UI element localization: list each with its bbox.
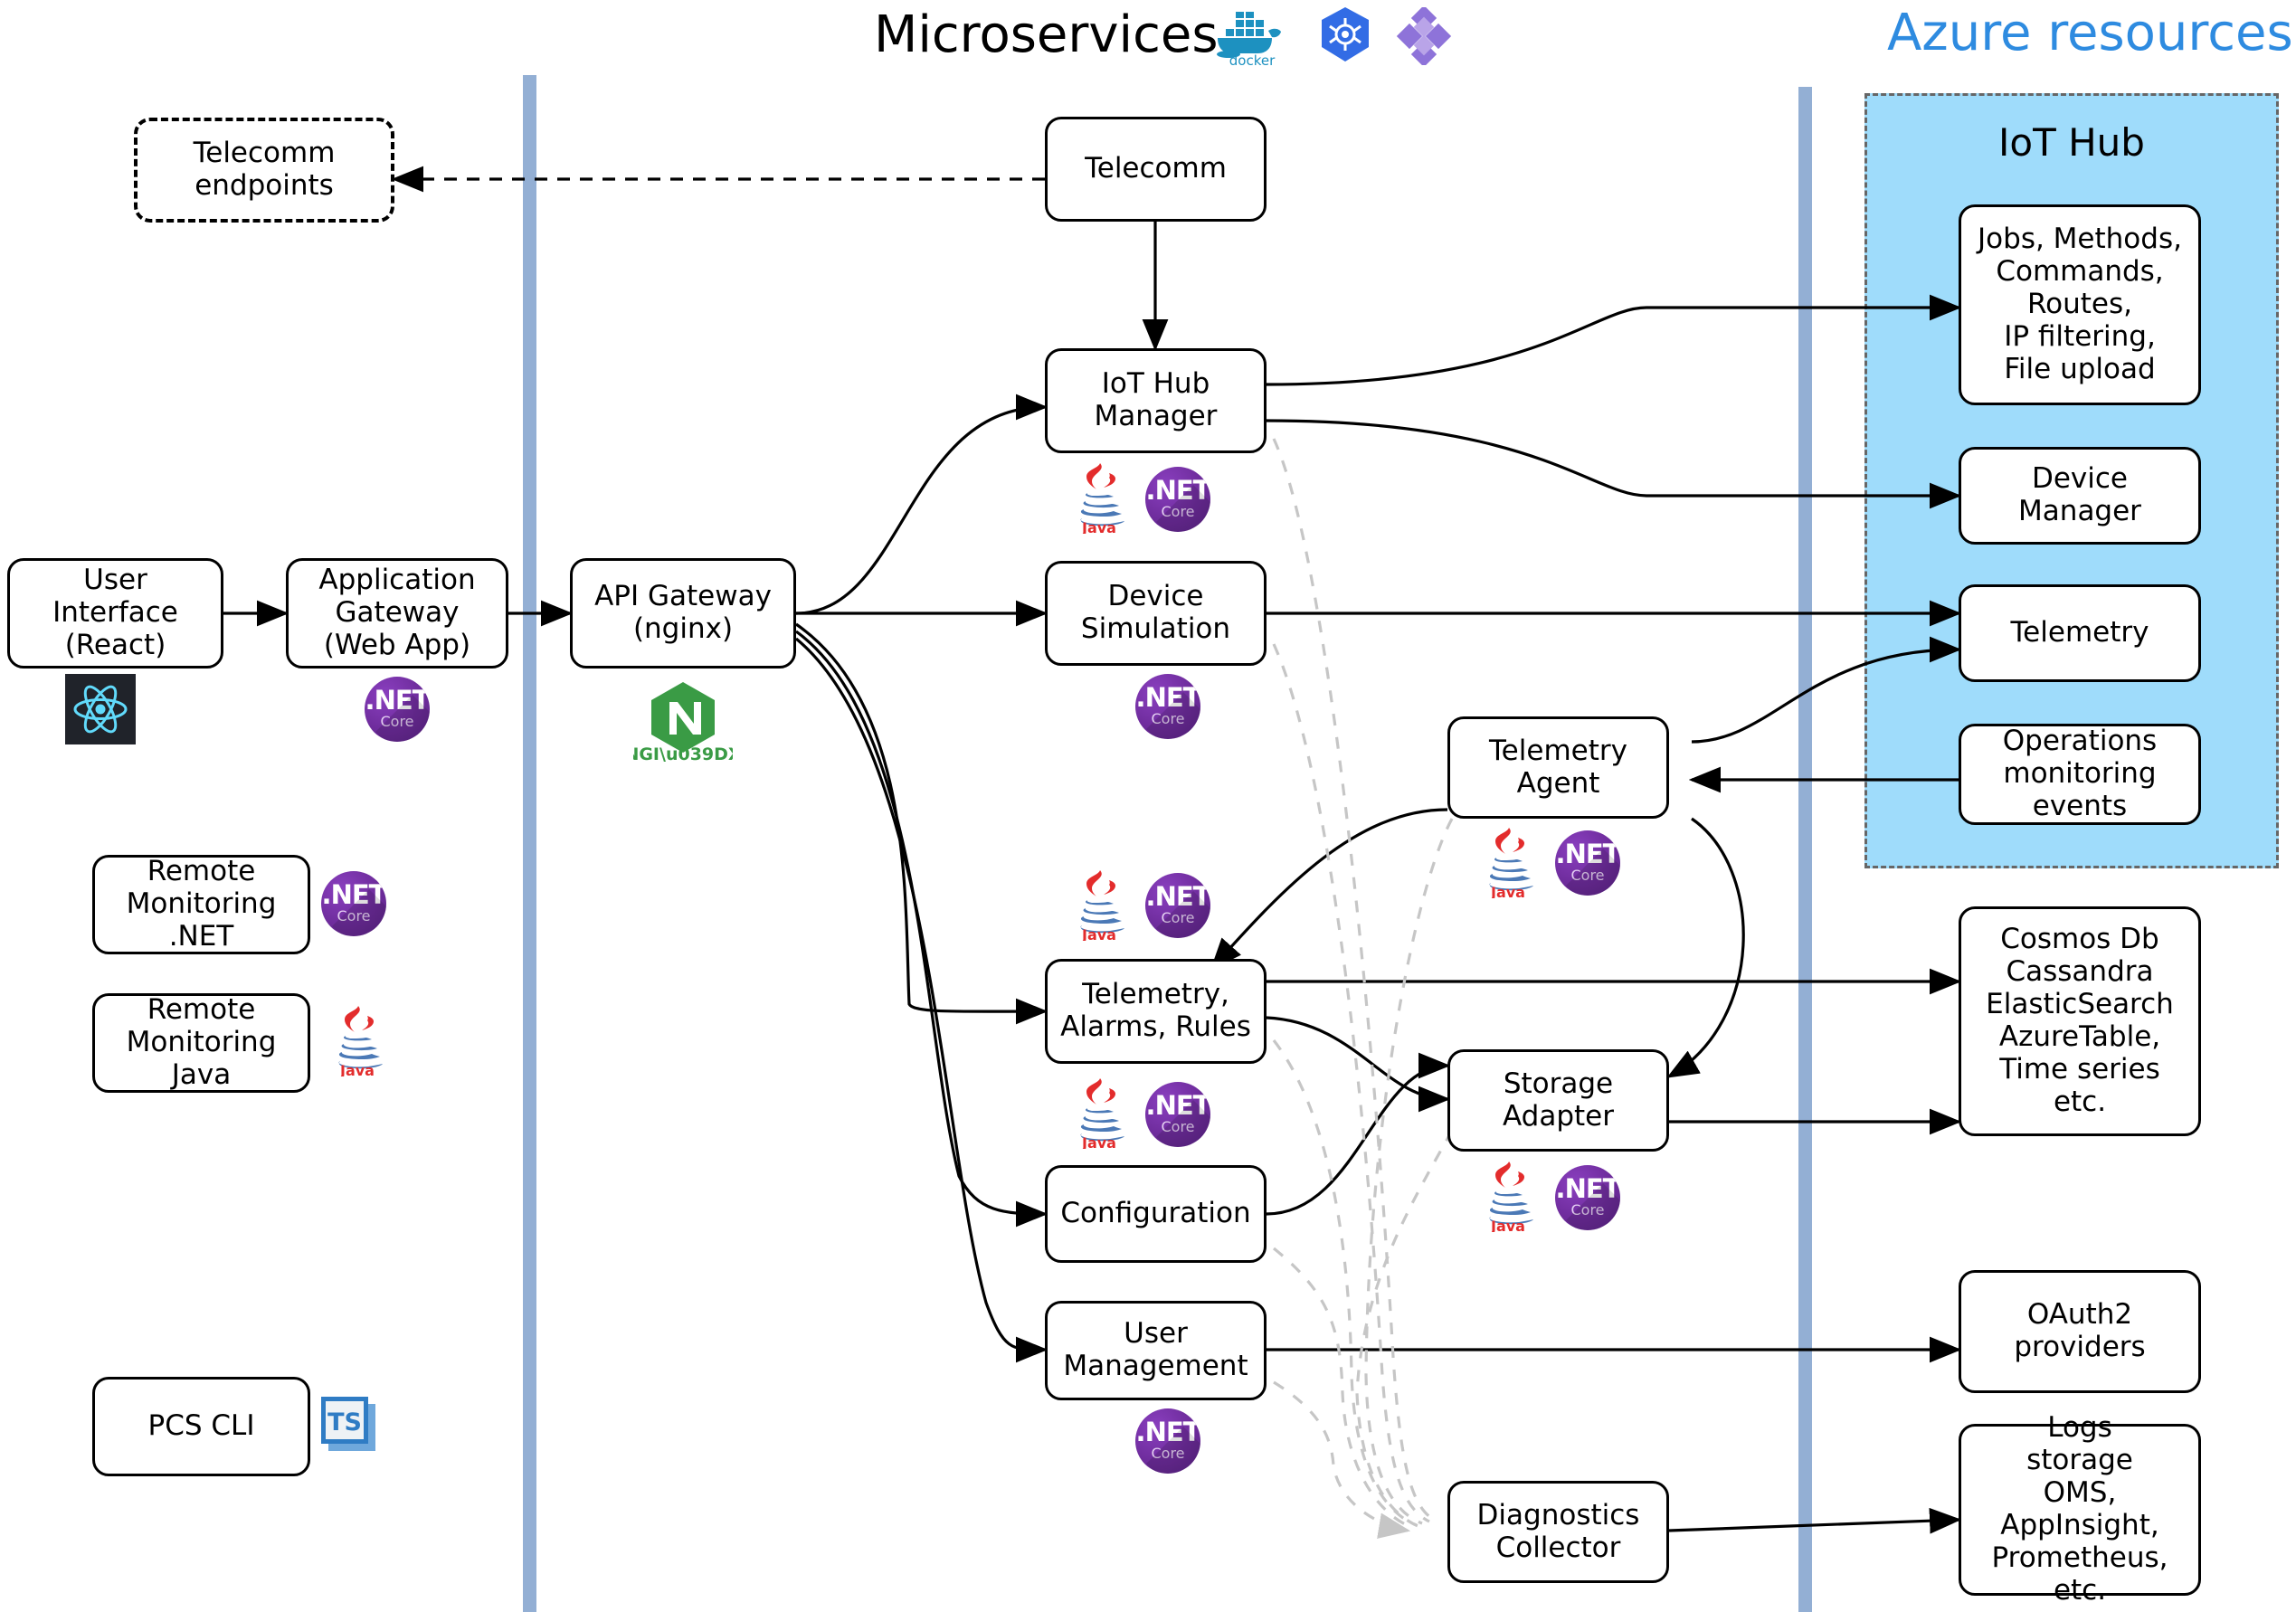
link-telemetry-agent-to-storage-adapter xyxy=(1666,817,1745,1078)
java-logo: Java xyxy=(1080,1078,1124,1149)
node-logs-storage[interactable]: Logs storage OMS, AppInsight, Prometheus… xyxy=(1959,1411,2201,1607)
dotnet-core-badge: .NET Core xyxy=(1145,1082,1210,1147)
page-title-microservices: Microservices xyxy=(874,5,1219,64)
node-user-management[interactable]: User Management xyxy=(1045,1301,1267,1400)
dotnet-core-badge: .NET Core xyxy=(1555,830,1620,896)
link-telemetry-alarms-rules-to-diagnostics xyxy=(1272,1039,1418,1527)
svg-text:NGI\u039DX: NGI\u039DX xyxy=(633,744,733,762)
helm-logo xyxy=(1396,7,1452,65)
node-operations-monitoring-events[interactable]: Operations monitoring events xyxy=(1959,724,2201,825)
swimlane-divider-left xyxy=(523,75,536,1612)
link-storage-adapter-to-diagnostics xyxy=(1355,1130,1454,1529)
node-configuration[interactable]: Configuration xyxy=(1045,1165,1267,1263)
svg-text:Java: Java xyxy=(1081,1134,1116,1149)
svg-text:Java: Java xyxy=(1490,1218,1525,1232)
java-logo: Java xyxy=(1489,828,1533,898)
dotnet-core-badge: .NET Core xyxy=(1135,674,1200,739)
node-remote-monitoring-net[interactable]: Remote Monitoring .NET xyxy=(92,855,310,954)
dotnet-core-badge: .NET Core xyxy=(365,677,430,742)
link-configuration-to-diagnostics xyxy=(1272,1247,1412,1529)
architecture-diagram: Microservices docker Azure resources IoT… xyxy=(0,0,2296,1612)
dotnet-core-badge: .NET Core xyxy=(1145,873,1210,938)
svg-text:TS: TS xyxy=(327,1408,362,1437)
link-diagnostics-collector-to-logs-storage xyxy=(1668,1507,1962,1534)
link-user-management-to-diagnostics xyxy=(1273,1380,1411,1539)
link-api-gateway-to-user-management xyxy=(794,637,1048,1363)
react-logo xyxy=(65,674,136,744)
svg-text:Java: Java xyxy=(1490,884,1525,898)
node-telemetry-agent[interactable]: Telemetry Agent xyxy=(1447,716,1669,819)
dotnet-core-badge: .NET Core xyxy=(1145,467,1210,532)
link-api-gateway-to-telemetry-alarms-rules xyxy=(795,622,1048,1025)
dotnet-core-badge: .NET Core xyxy=(1555,1165,1620,1230)
node-diagnostics-collector[interactable]: Diagnostics Collector xyxy=(1447,1481,1669,1583)
page-title-azure-resources: Azure resources xyxy=(1887,4,2293,62)
node-storage-adapter[interactable]: Storage Adapter xyxy=(1447,1049,1669,1152)
node-remote-monitoring-java[interactable]: Remote Monitoring Java xyxy=(92,993,310,1093)
java-logo: Java xyxy=(338,1006,383,1076)
node-telecomm-endpoints[interactable]: Telecomm endpoints xyxy=(134,118,394,223)
link-configuration-to-storage-adapter xyxy=(1266,1052,1451,1216)
nginx-logo: NGI\u039DX xyxy=(633,682,733,762)
link-telemetry-agent-to-diagnostics xyxy=(1364,818,1454,1525)
node-telecomm[interactable]: Telecomm xyxy=(1045,117,1267,222)
svg-text:docker: docker xyxy=(1229,52,1276,67)
link-iot-hub-manager-to-jobs-methods xyxy=(1266,294,1962,386)
dotnet-core-badge: .NET Core xyxy=(321,871,386,936)
node-oauth2-providers[interactable]: OAuth2 providers xyxy=(1959,1270,2201,1393)
docker-logo: docker xyxy=(1217,12,1281,67)
node-device-simulation[interactable]: Device Simulation xyxy=(1045,561,1267,666)
kubernetes-logo xyxy=(1322,7,1369,62)
svg-text:Java: Java xyxy=(1081,926,1116,941)
link-api-gateway-to-configuration xyxy=(795,630,1048,1228)
azure-iot-hub-panel-title: IoT Hub xyxy=(1998,120,2145,165)
link-api-gateway-to-iot-hub-manager xyxy=(795,394,1048,615)
link-device-simulation-to-diagnostics xyxy=(1272,643,1430,1523)
node-telemetry-alarms-rules[interactable]: Telemetry, Alarms, Rules xyxy=(1045,959,1267,1064)
link-telemetry-agent-to-telemetry-alarms-rules xyxy=(1210,808,1448,971)
typescript-logo: TS xyxy=(321,1397,375,1451)
node-iot-hub-manager[interactable]: IoT Hub Manager xyxy=(1045,348,1267,453)
java-logo: Java xyxy=(1080,463,1124,534)
svg-text:Java: Java xyxy=(1081,519,1116,534)
node-application-gateway[interactable]: Application Gateway (Web App) xyxy=(286,558,508,669)
java-logo: Java xyxy=(1080,870,1124,941)
swimlane-divider-right xyxy=(1798,87,1812,1612)
node-telemetry[interactable]: Telemetry xyxy=(1959,584,2201,682)
node-cosmos-db-storage[interactable]: Cosmos Db Cassandra ElasticSearch AzureT… xyxy=(1959,906,2201,1136)
node-user-interface[interactable]: User Interface (React) xyxy=(7,558,223,669)
node-pcs-cli[interactable]: PCS CLI xyxy=(92,1377,310,1476)
link-telemetry-alarms-rules-to-storage-adapter xyxy=(1266,1016,1451,1113)
java-logo: Java xyxy=(1489,1162,1533,1232)
node-device-manager[interactable]: Device Manager xyxy=(1959,447,2201,545)
svg-text:Java: Java xyxy=(339,1062,375,1076)
node-api-gateway[interactable]: API Gateway (nginx) xyxy=(570,558,796,669)
link-iot-hub-manager-to-device-manager xyxy=(1266,419,1962,509)
dotnet-core-badge: .NET Core xyxy=(1135,1408,1200,1474)
node-jobs-methods-commands[interactable]: Jobs, Methods, Commands, Routes, IP filt… xyxy=(1959,204,2201,405)
link-iot-hub-manager-to-diagnostics xyxy=(1272,438,1435,1522)
